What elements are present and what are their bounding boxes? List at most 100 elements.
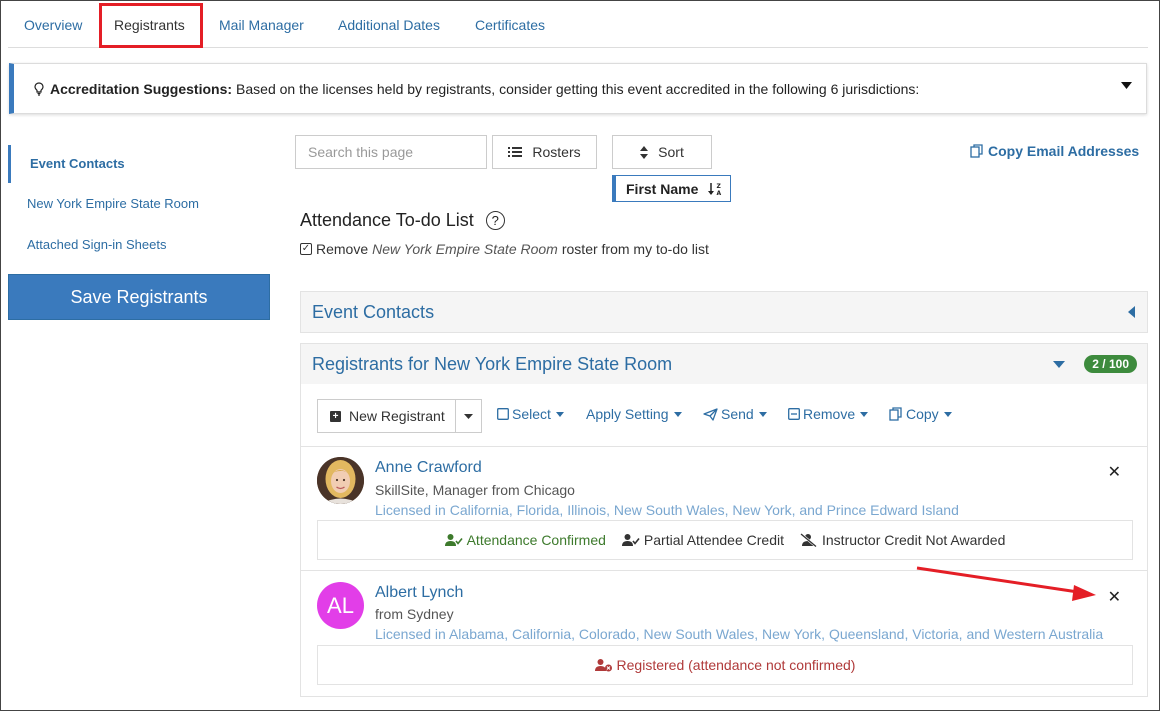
attendance-todo-title-text: Attendance To-do List bbox=[300, 210, 474, 230]
registrant-name[interactable]: Anne Crawford bbox=[375, 459, 482, 477]
remove-menu[interactable]: Remove bbox=[788, 406, 871, 422]
tab-overview[interactable]: Overview bbox=[24, 0, 82, 47]
avatar bbox=[317, 457, 364, 504]
copy-icon bbox=[970, 144, 983, 158]
caret-down-icon[interactable] bbox=[1053, 361, 1065, 368]
checkbox-icon bbox=[497, 408, 509, 420]
registrants-panel-body: + New Registrant Select Apply Setting Se… bbox=[300, 384, 1148, 697]
search-input[interactable]: Search this page bbox=[295, 135, 487, 169]
status-label: Partial Attendee Credit bbox=[643, 532, 784, 548]
registrant-licenses: Licensed in Alabama, California, Colorad… bbox=[375, 626, 1103, 642]
caret-down-icon bbox=[943, 411, 952, 417]
annotation-highlight-box bbox=[99, 3, 203, 48]
remove-roster-checkbox-row[interactable]: ✓ Remove New York Empire State Room rost… bbox=[300, 241, 709, 257]
tab-mail-manager[interactable]: Mail Manager bbox=[219, 0, 304, 47]
status-instructor-credit-not-awarded[interactable]: Instructor Credit Not Awarded bbox=[800, 532, 1005, 548]
select-label: Select bbox=[512, 406, 551, 422]
copy-label: Copy bbox=[906, 406, 939, 422]
licenses-prefix: Licensed in bbox=[375, 502, 450, 518]
svg-text:A: A bbox=[717, 190, 722, 196]
select-menu[interactable]: Select bbox=[497, 406, 567, 422]
send-label: Send bbox=[721, 406, 754, 422]
todo-check-room: New York Empire State Room bbox=[372, 241, 558, 257]
sort-field-chip[interactable]: First Name Z A bbox=[612, 175, 731, 202]
apply-setting-menu[interactable]: Apply Setting bbox=[586, 406, 685, 422]
user-check-icon bbox=[621, 534, 640, 546]
registrants-panel-header[interactable]: Registrants for New York Empire State Ro… bbox=[300, 343, 1148, 385]
copy-email-addresses-link[interactable]: Copy Email Addresses bbox=[970, 143, 1139, 159]
minus-square-icon bbox=[788, 408, 800, 420]
attendance-todo-title: Attendance To-do List ? bbox=[300, 210, 505, 231]
todo-check-suffix: roster from my to-do list bbox=[561, 241, 709, 257]
svg-text:Z: Z bbox=[717, 183, 722, 190]
plus-square-icon: + bbox=[330, 410, 341, 422]
apply-setting-label: Apply Setting bbox=[586, 406, 669, 422]
licenses-prefix: Licensed in bbox=[375, 626, 449, 642]
status-label: Attendance Confirmed bbox=[466, 532, 606, 548]
registrant-action-bar: + New Registrant Select Apply Setting Se… bbox=[301, 384, 1147, 447]
sidebar-item-attached-sign-in-sheets[interactable]: Attached Sign-in Sheets bbox=[27, 237, 166, 252]
new-registrant-label: New Registrant bbox=[349, 408, 445, 424]
sort-label: Sort bbox=[658, 144, 684, 160]
status-registered[interactable]: Registered (attendance not confirmed) bbox=[594, 657, 856, 673]
status-label: Instructor Credit Not Awarded bbox=[822, 532, 1006, 548]
list-icon bbox=[508, 147, 523, 157]
avatar-photo bbox=[317, 457, 364, 504]
remove-label: Remove bbox=[803, 406, 856, 422]
sidebar-item-event-contacts[interactable]: Event Contacts bbox=[30, 156, 125, 171]
remove-registrant-close-icon[interactable]: ✕ bbox=[1108, 587, 1121, 607]
sort-button[interactable]: Sort bbox=[612, 135, 712, 169]
caret-down-icon bbox=[555, 411, 564, 417]
registrant-subtitle: from Sydney bbox=[375, 606, 454, 622]
registrant-row: Anne Crawford SkillSite, Manager from Ch… bbox=[301, 447, 1147, 571]
caret-down-icon bbox=[464, 413, 473, 419]
caret-down-icon bbox=[860, 411, 869, 417]
todo-check-prefix: Remove bbox=[316, 241, 369, 257]
licenses-list: California, Florida, Illinois, New South… bbox=[449, 502, 959, 518]
licenses-list: Alabama, California, Colorado, New South… bbox=[448, 626, 1104, 642]
user-slash-icon bbox=[800, 533, 817, 547]
tab-additional-dates[interactable]: Additional Dates bbox=[338, 0, 440, 47]
new-registrant-dropdown-toggle[interactable] bbox=[455, 399, 482, 433]
tab-certificates[interactable]: Certificates bbox=[475, 0, 545, 47]
registrant-count-badge: 2 / 100 bbox=[1084, 355, 1137, 373]
caret-down-icon bbox=[673, 411, 682, 417]
sort-field-label: First Name bbox=[626, 180, 699, 197]
registrants-panel-title: Registrants for New York Empire State Ro… bbox=[312, 353, 673, 374]
registrant-name[interactable]: Albert Lynch bbox=[375, 584, 463, 602]
event-contacts-panel-title: Event Contacts bbox=[312, 301, 435, 322]
alert-text: Based on the licenses held by registrant… bbox=[236, 80, 920, 97]
copy-icon bbox=[889, 407, 902, 421]
sidebar-active-indicator bbox=[8, 145, 11, 183]
copy-menu[interactable]: Copy bbox=[889, 406, 955, 422]
send-menu[interactable]: Send bbox=[703, 406, 770, 422]
caret-left-icon[interactable] bbox=[1128, 306, 1135, 318]
status-partial-attendee-credit[interactable]: Partial Attendee Credit bbox=[621, 532, 784, 548]
alert-title: Accreditation Suggestions: bbox=[50, 80, 233, 97]
attendance-status-box: Registered (attendance not confirmed) bbox=[317, 645, 1133, 685]
sidebar-item-new-york-empire-state-room[interactable]: New York Empire State Room bbox=[27, 196, 199, 211]
rosters-label: Rosters bbox=[532, 144, 581, 160]
avatar: AL bbox=[317, 582, 364, 629]
event-contacts-panel-header[interactable]: Event Contacts bbox=[300, 291, 1148, 333]
status-attendance-confirmed[interactable]: Attendance Confirmed bbox=[444, 532, 606, 548]
caret-down-icon[interactable] bbox=[1121, 82, 1132, 89]
remove-registrant-close-icon[interactable]: ✕ bbox=[1108, 462, 1121, 482]
copy-email-addresses-label: Copy Email Addresses bbox=[988, 143, 1140, 159]
user-times-icon bbox=[594, 659, 612, 672]
help-icon[interactable]: ? bbox=[485, 211, 505, 230]
save-registrants-button[interactable]: Save Registrants bbox=[8, 274, 270, 320]
registrant-subtitle: SkillSite, Manager from Chicago bbox=[375, 482, 575, 498]
checkbox-checked-icon[interactable]: ✓ bbox=[300, 243, 312, 255]
caret-down-icon bbox=[758, 411, 767, 417]
new-registrant-button[interactable]: + New Registrant bbox=[317, 399, 456, 433]
rosters-button[interactable]: Rosters bbox=[492, 135, 597, 169]
registrant-row: AL Albert Lynch from Sydney Licensed in … bbox=[301, 572, 1147, 697]
status-label: Registered (attendance not confirmed) bbox=[616, 657, 856, 673]
attendance-status-box: Attendance Confirmed Partial Attendee Cr… bbox=[317, 520, 1133, 560]
lightbulb-icon bbox=[34, 81, 44, 96]
user-check-icon bbox=[444, 534, 463, 546]
sort-alpha-icon: Z A bbox=[708, 182, 722, 196]
paper-plane-icon bbox=[703, 407, 718, 421]
sort-icon bbox=[640, 145, 649, 159]
